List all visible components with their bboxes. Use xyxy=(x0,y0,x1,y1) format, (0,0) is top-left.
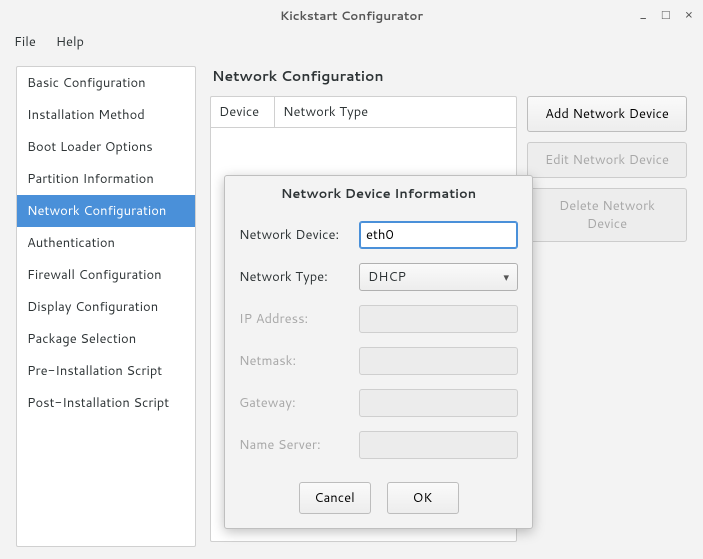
input-name-server xyxy=(359,431,518,459)
dialog-actions: Cancel OK xyxy=(225,476,532,528)
row-network-device: Network Device: xyxy=(239,220,518,249)
sidebar-item[interactable]: Authentication xyxy=(17,227,195,259)
sidebar-item[interactable]: Display Configuration xyxy=(17,291,195,323)
edit-network-device-button: Edit Network Device xyxy=(527,142,687,178)
label-netmask: Netmask: xyxy=(239,352,359,370)
delete-network-device-button: Delete Network Device xyxy=(527,188,687,242)
sidebar-item[interactable]: Boot Loader Options xyxy=(17,131,195,163)
row-ip-address: IP Address: xyxy=(239,304,518,333)
menubar: File Help xyxy=(0,30,703,54)
row-network-type: Network Type: DHCP ▾ xyxy=(239,262,518,291)
sidebar-item[interactable]: Post-Installation Script xyxy=(17,387,195,419)
dialog-title: Network Device Information xyxy=(225,176,532,212)
sidebar-item[interactable]: Installation Method xyxy=(17,99,195,131)
label-ip-address: IP Address: xyxy=(239,310,359,328)
titlebar: Kickstart Configurator _ □ × xyxy=(0,0,703,30)
table-header: Device Network Type xyxy=(211,97,516,128)
select-network-type[interactable]: DHCP ▾ xyxy=(359,263,518,291)
ok-button[interactable]: OK xyxy=(387,482,459,514)
input-netmask xyxy=(359,347,518,375)
row-name-server: Name Server: xyxy=(239,430,518,459)
sidebar-item[interactable]: Basic Configuration xyxy=(17,67,195,99)
page-title: Network Configuration xyxy=(210,66,687,86)
sidebar: Basic ConfigurationInstallation MethodBo… xyxy=(16,66,196,547)
label-network-type: Network Type: xyxy=(239,268,359,286)
sidebar-item[interactable]: Pre-Installation Script xyxy=(17,355,195,387)
button-column: Add Network Device Edit Network Device D… xyxy=(527,96,687,242)
label-gateway: Gateway: xyxy=(239,394,359,412)
select-network-type-value: DHCP xyxy=(368,268,406,286)
add-network-device-button[interactable]: Add Network Device xyxy=(527,96,687,132)
input-network-device[interactable] xyxy=(359,221,518,249)
dialog-body: Network Device: Network Type: DHCP ▾ IP … xyxy=(225,212,532,476)
window-title: Kickstart Configurator xyxy=(280,7,423,24)
label-network-device: Network Device: xyxy=(239,226,359,244)
column-header-device[interactable]: Device xyxy=(211,97,275,127)
close-button[interactable]: × xyxy=(685,6,693,24)
cancel-button[interactable]: Cancel xyxy=(299,482,371,514)
menu-file[interactable]: File xyxy=(6,31,44,53)
column-header-network-type[interactable]: Network Type xyxy=(275,97,516,127)
menu-help[interactable]: Help xyxy=(48,31,92,53)
chevron-down-icon: ▾ xyxy=(503,269,509,285)
sidebar-item[interactable]: Network Configuration xyxy=(17,195,195,227)
maximize-button[interactable]: □ xyxy=(662,6,670,24)
input-gateway xyxy=(359,389,518,417)
sidebar-item[interactable]: Firewall Configuration xyxy=(17,259,195,291)
sidebar-item[interactable]: Package Selection xyxy=(17,323,195,355)
input-ip-address xyxy=(359,305,518,333)
minimize-button[interactable]: _ xyxy=(640,6,647,24)
label-name-server: Name Server: xyxy=(239,436,359,454)
row-netmask: Netmask: xyxy=(239,346,518,375)
window-controls: _ □ × xyxy=(640,0,693,30)
row-gateway: Gateway: xyxy=(239,388,518,417)
sidebar-item[interactable]: Partition Information xyxy=(17,163,195,195)
network-device-dialog: Network Device Information Network Devic… xyxy=(224,175,533,529)
